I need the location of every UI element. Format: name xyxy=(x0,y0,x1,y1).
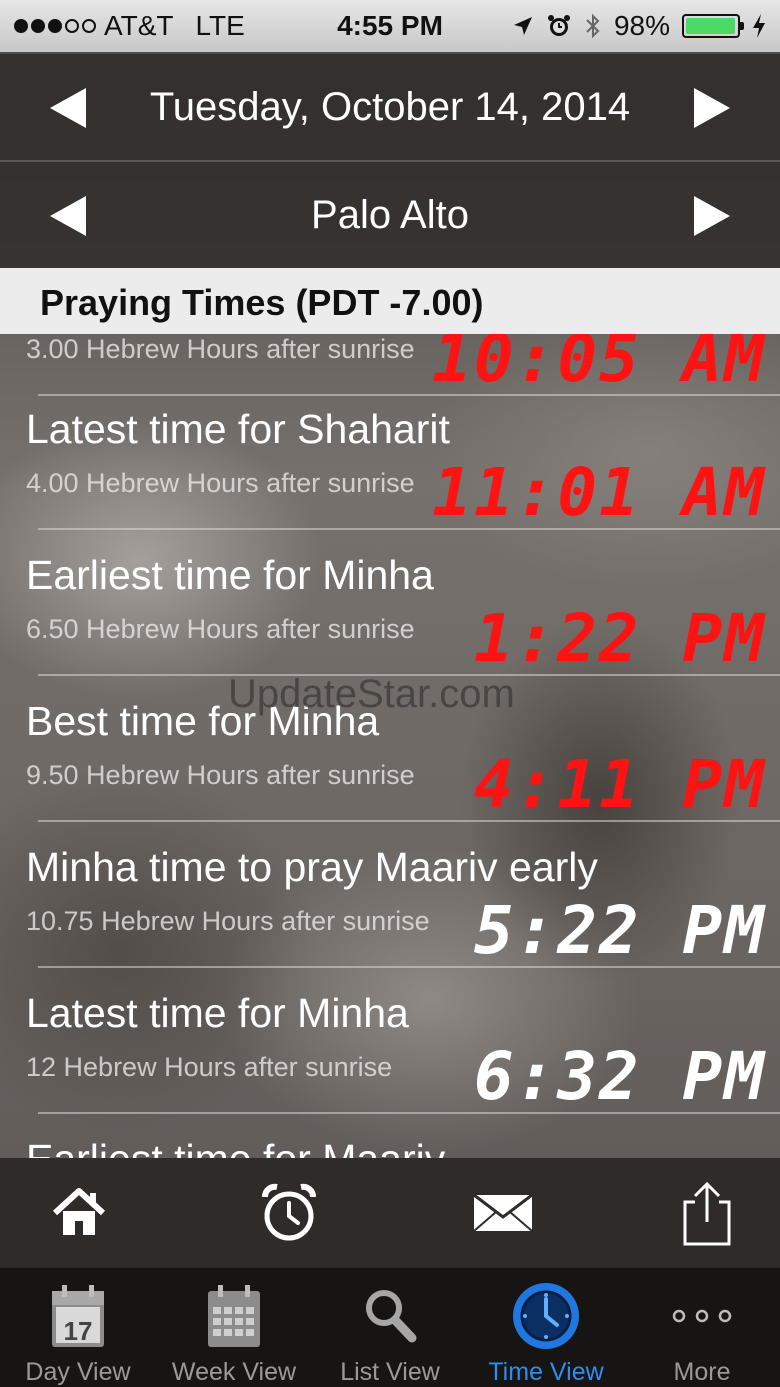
prayer-time: 5:22 PM xyxy=(473,892,766,969)
prayer-time: 4:11 PM xyxy=(473,746,766,823)
previous-city-arrow-icon[interactable] xyxy=(50,196,86,236)
section-header: Praying Times (PDT -7.00) xyxy=(0,268,780,334)
tab-day-view[interactable]: 17 Day View xyxy=(0,1268,156,1387)
mail-icon xyxy=(473,1193,533,1232)
calendar-week-icon xyxy=(199,1280,269,1352)
list-item[interactable]: Earliest time for Maariv xyxy=(0,1114,780,1158)
prayer-subtitle: 12 Hebrew Hours after sunrise xyxy=(26,1052,393,1082)
prayer-time: 11:01 AM xyxy=(432,454,766,531)
search-icon xyxy=(355,1280,425,1352)
prayer-title: Earliest time for Minha xyxy=(26,552,434,598)
prayer-subtitle: 10.75 Hebrew Hours after sunrise xyxy=(26,906,430,936)
tab-more[interactable]: More xyxy=(624,1268,780,1387)
battery-level-fill xyxy=(686,18,735,34)
prayer-subtitle: 3.00 Hebrew Hours after sunrise xyxy=(26,334,415,364)
prayer-subtitle: 6.50 Hebrew Hours after sunrise xyxy=(26,614,415,644)
tab-week-view[interactable]: Week View xyxy=(156,1268,312,1387)
home-button[interactable] xyxy=(44,1178,114,1248)
status-bar: AT&T LTE 4:55 PM 98% xyxy=(0,0,780,52)
battery-icon xyxy=(682,14,744,38)
prayer-time: 6:32 PM xyxy=(473,1038,766,1115)
charging-icon xyxy=(753,14,765,38)
email-button[interactable] xyxy=(468,1178,538,1248)
prayer-times-list[interactable]: 3.00 Hebrew Hours after sunrise 10:05 AM… xyxy=(0,334,780,1158)
clock-icon xyxy=(511,1280,581,1352)
more-icon xyxy=(667,1280,737,1352)
next-city-arrow-icon[interactable] xyxy=(694,196,730,236)
tab-label: List View xyxy=(340,1358,440,1386)
tab-label: Time View xyxy=(488,1358,604,1386)
current-date: Tuesday, October 14, 2014 xyxy=(149,84,631,129)
watermark: UpdateStar.com xyxy=(228,672,515,716)
bluetooth-icon xyxy=(586,13,600,39)
calendar-day-number: 17 xyxy=(63,1316,93,1346)
prayer-title: Latest time for Shaharit xyxy=(26,406,450,452)
tab-list-view[interactable]: List View xyxy=(312,1268,468,1387)
prayer-subtitle: 9.50 Hebrew Hours after sunrise xyxy=(26,760,415,790)
tab-label: Week View xyxy=(171,1358,297,1386)
list-item[interactable]: Latest time for Minha 12 Hebrew Hours af… xyxy=(0,968,780,1115)
prayer-title: Earliest time for Maariv xyxy=(26,1136,445,1158)
tab-bar: 17 Day View Week View List View Time Vie… xyxy=(0,1266,780,1387)
action-toolbar xyxy=(0,1158,780,1266)
alarm-clock-icon xyxy=(262,1183,316,1241)
share-icon xyxy=(683,1181,731,1246)
prayer-time: 1:22 PM xyxy=(473,600,766,677)
list-item[interactable]: Latest time for Shaharit 4.00 Hebrew Hou… xyxy=(0,384,780,531)
prayer-subtitle: 4.00 Hebrew Hours after sunrise xyxy=(26,468,415,498)
city-navigator: Palo Alto xyxy=(0,162,780,268)
home-icon xyxy=(52,1188,106,1235)
list-item[interactable]: Earliest time for Minha 6.50 Hebrew Hour… xyxy=(0,530,780,677)
calendar-day-icon: 17 xyxy=(43,1280,113,1352)
share-button[interactable] xyxy=(672,1178,742,1248)
tab-label: Day View xyxy=(25,1358,131,1386)
next-date-arrow-icon[interactable] xyxy=(694,88,730,128)
current-city: Palo Alto xyxy=(311,192,469,237)
alarm-icon xyxy=(547,15,570,36)
tab-time-view[interactable]: Time View xyxy=(468,1268,624,1387)
prayer-title: Latest time for Minha xyxy=(26,990,409,1036)
previous-date-arrow-icon[interactable] xyxy=(50,88,86,128)
list-item[interactable]: Minha time to pray Maariv early 10.75 He… xyxy=(0,822,780,969)
tab-label: More xyxy=(673,1358,731,1386)
prayer-title: Minha time to pray Maariv early xyxy=(26,844,598,890)
alarm-button[interactable] xyxy=(254,1178,324,1248)
location-arrow-icon xyxy=(513,17,532,35)
battery-percentage: 98% xyxy=(613,10,670,41)
date-navigator: Tuesday, October 14, 2014 xyxy=(0,54,780,160)
